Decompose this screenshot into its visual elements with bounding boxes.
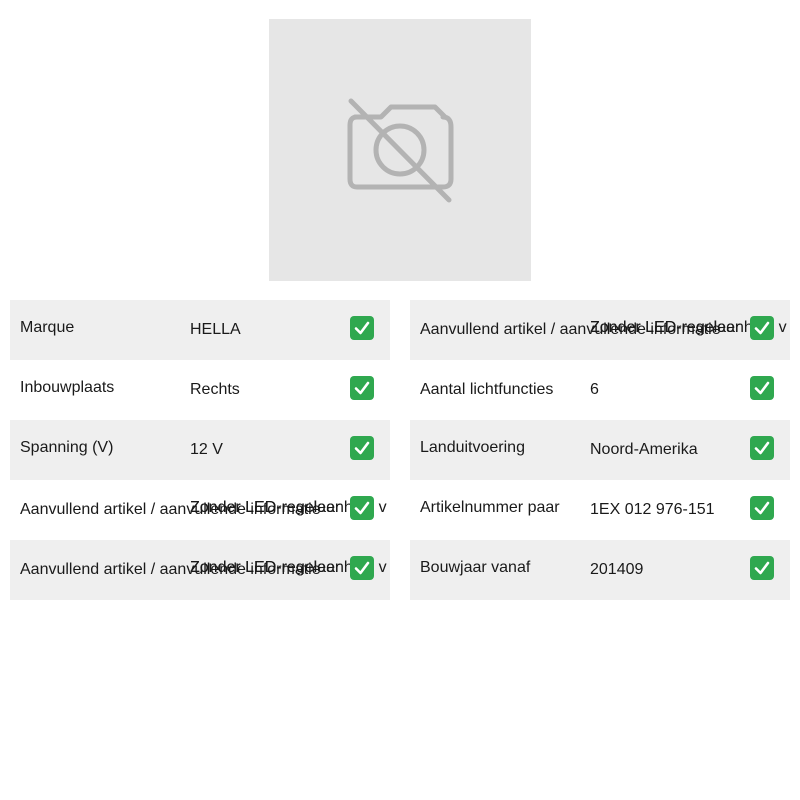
check-mark-icon: [350, 496, 374, 520]
check-mark-icon: [350, 436, 374, 460]
spec-value: 1EX 012 976-151: [590, 501, 715, 518]
check-mark-icon: [350, 316, 374, 340]
spec-row-brand: Marque HELLA: [10, 300, 390, 360]
check-mark-icon: [750, 376, 774, 400]
spec-value: 6: [590, 381, 599, 398]
spec-row-light-functions: Aantal lichtfuncties 6: [410, 360, 790, 420]
spec-label: Spanning (V): [20, 439, 114, 456]
spec-label: Landuitvoering: [420, 439, 525, 456]
spec-label: Artikelnummer paar: [420, 499, 560, 516]
spec-row-additional-info: Aanvullend artikel / aanvullende informa…: [410, 300, 790, 360]
spec-row-country-version: Landuitvoering Noord-Amerika: [410, 420, 790, 480]
check-mark-icon: [350, 556, 374, 580]
spec-label: Marque: [20, 319, 75, 336]
check-mark-icon: [750, 316, 774, 340]
product-image-placeholder: [269, 19, 531, 281]
spec-row-build-year-from: Bouwjaar vanaf 201409: [410, 540, 790, 600]
spec-value: HELLA: [190, 321, 241, 338]
spec-label: Inbouwplaats: [20, 379, 115, 396]
check-mark-icon: [750, 496, 774, 520]
spec-label: Bouwjaar vanaf: [420, 559, 531, 576]
spec-value: 12 V: [190, 441, 223, 458]
check-mark-icon: [750, 436, 774, 460]
camera-off-icon: [347, 98, 454, 203]
spec-row-additional-info: Aanvullend artikel / aanvullende informa…: [10, 540, 390, 600]
spec-table-right: Aanvullend artikel / aanvullende informa…: [410, 300, 790, 600]
spec-row-additional-info: Aanvullend artikel / aanvullende informa…: [10, 480, 390, 540]
spec-label: Aantal lichtfuncties: [420, 381, 554, 398]
check-mark-icon: [750, 556, 774, 580]
spec-row-pair-article-number: Artikelnummer paar 1EX 012 976-151: [410, 480, 790, 540]
check-mark-icon: [350, 376, 374, 400]
spec-row-position: Inbouwplaats Rechts: [10, 360, 390, 420]
spec-value: Noord-Amerika: [590, 441, 698, 458]
spec-row-voltage: Spanning (V) 12 V: [10, 420, 390, 480]
spec-table-left: Marque HELLA Inbouwplaats Rechts Spannin…: [10, 300, 390, 600]
spec-value: 201409: [590, 561, 644, 578]
spec-value: Rechts: [190, 381, 240, 398]
